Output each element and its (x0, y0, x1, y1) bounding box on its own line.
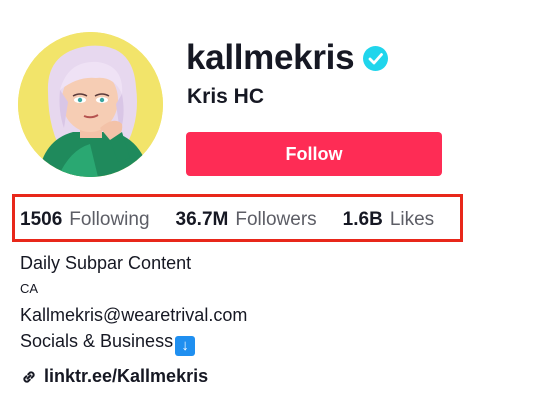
link-url[interactable]: linktr.ee/Kallmekris (44, 363, 208, 389)
likes-label: Likes (389, 209, 435, 230)
avatar[interactable] (18, 32, 163, 177)
username-row: kallmekris (186, 36, 389, 80)
stats-row: 1506 Following 36.7M Followers 1.6B Like… (20, 208, 434, 232)
stat-likes: 1.6B Likes (343, 208, 435, 232)
bio-line: Kallmekris@wearetrival.com (20, 305, 248, 325)
username: kallmekris (186, 38, 355, 77)
bio-link[interactable]: linktr.ee/Kallmekris (20, 363, 208, 389)
bio-line: Socials & Business ↓ (20, 328, 247, 356)
followers-label: Followers (235, 209, 317, 230)
bio: Daily Subpar Content CA Kallmekris@weare… (20, 250, 248, 356)
stat-followers[interactable]: 36.7M Followers (176, 208, 317, 232)
bio-line: Daily Subpar Content (20, 253, 192, 273)
down-arrow-emoji-icon: ↓ (175, 336, 196, 356)
verified-check-icon (363, 45, 389, 71)
followers-count: 36.7M (175, 209, 229, 230)
profile-header: kallmekris Kris HC Follow 1506 Following… (0, 0, 559, 412)
bio-text: Socials & Business (20, 331, 174, 351)
link-icon (20, 367, 38, 385)
stat-following[interactable]: 1506 Following (20, 208, 150, 232)
bio-line: CA (20, 281, 39, 296)
following-count: 1506 (20, 209, 63, 230)
display-name: Kris HC (187, 85, 265, 108)
following-label: Following (69, 209, 150, 230)
avatar-illustration (18, 32, 163, 177)
likes-count: 1.6B (342, 209, 383, 230)
follow-button[interactable]: Follow (186, 132, 442, 176)
